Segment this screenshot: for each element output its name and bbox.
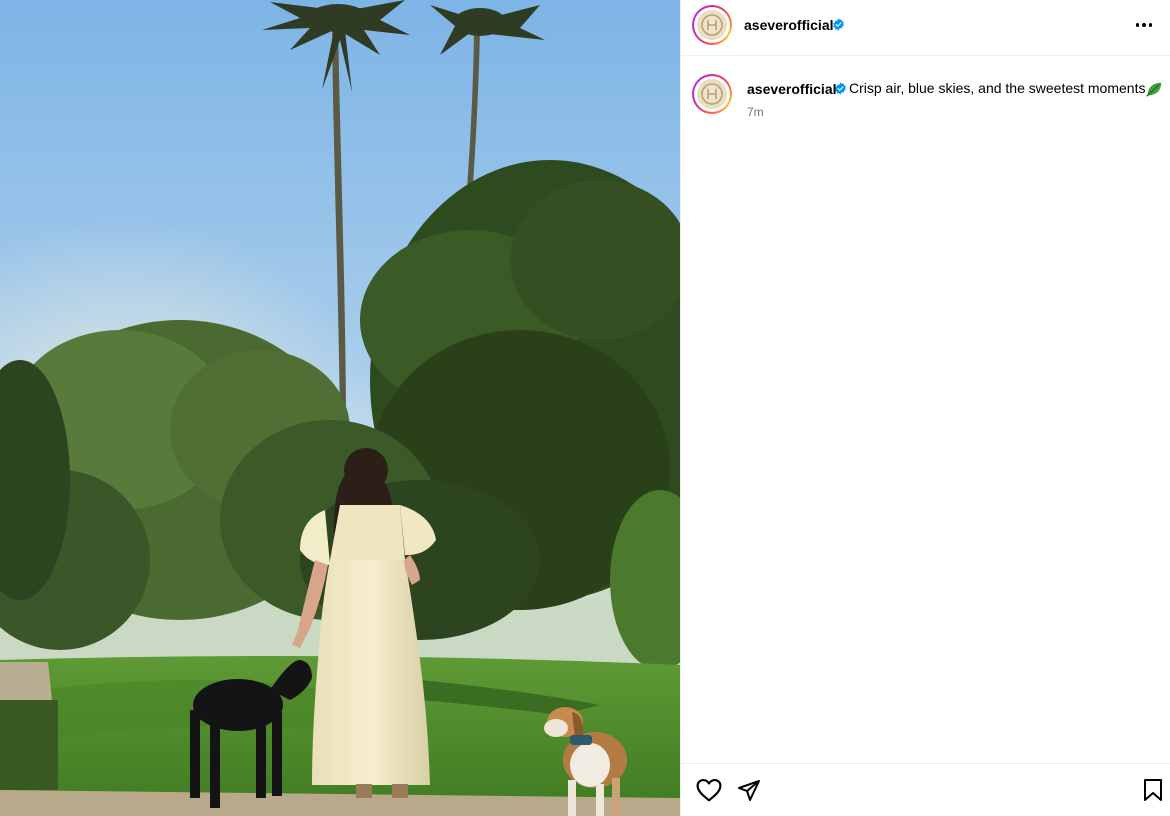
- post-image[interactable]: [0, 0, 680, 816]
- caption-text: Crisp air, blue skies, and the sweetest …: [849, 80, 1146, 96]
- avatar-icon: [697, 10, 727, 40]
- verified-badge-icon: [833, 18, 844, 31]
- avatar[interactable]: [692, 5, 732, 45]
- caption-verified-badge-icon: [835, 82, 846, 95]
- caption-username[interactable]: aseverofficial: [747, 81, 837, 97]
- caption-avatar[interactable]: [692, 74, 732, 114]
- send-icon[interactable]: [737, 778, 761, 802]
- post-actions: [681, 763, 1170, 816]
- leaf-emoji-icon: [1146, 82, 1162, 97]
- post-details-panel: aseverofficial aseverofficial Crisp air,…: [680, 0, 1170, 816]
- heart-icon[interactable]: [696, 778, 722, 802]
- bookmark-icon[interactable]: [1143, 778, 1163, 802]
- post-timestamp[interactable]: 7m: [747, 105, 764, 119]
- caption-avatar-icon: [697, 79, 727, 109]
- post-header: aseverofficial: [681, 0, 1170, 56]
- more-options-icon[interactable]: [1130, 14, 1158, 36]
- header-username[interactable]: aseverofficial: [744, 17, 834, 33]
